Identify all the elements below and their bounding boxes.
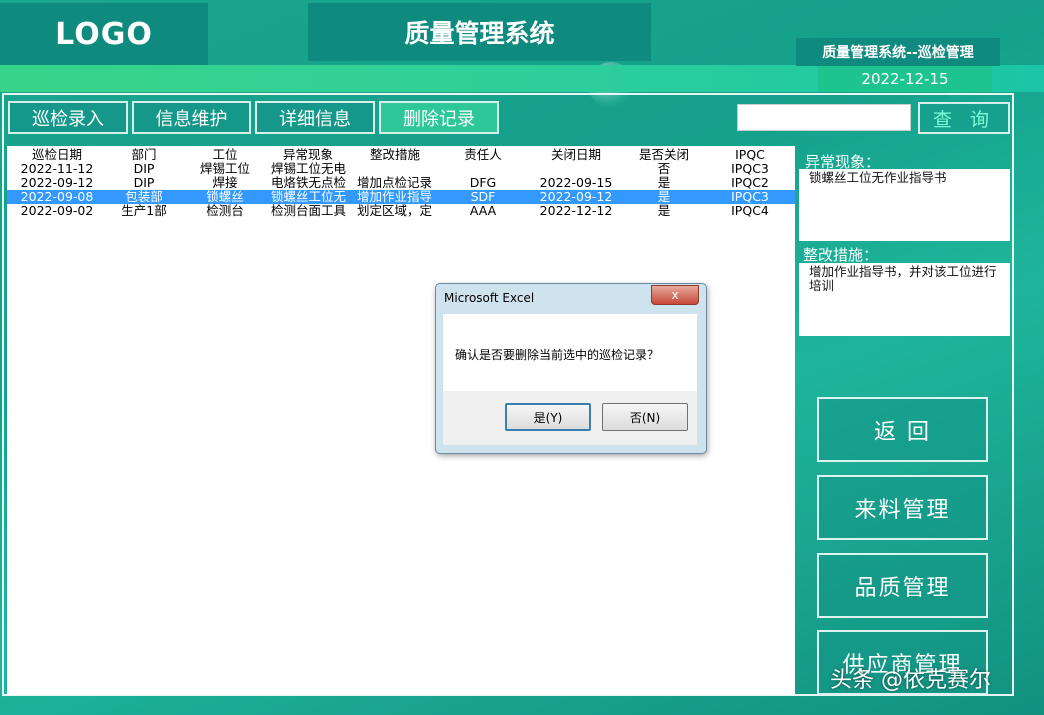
cell-anomaly: 检测台面工具 [271,204,347,218]
cell-station: 焊接 [212,176,238,190]
cell-dept: 生产1部 [121,204,167,218]
measure-textbox[interactable]: 增加作业指导书，并对该工位进行培训 [799,263,1010,336]
cell-ipqc: IPQC3 [731,190,769,204]
quality-management-button[interactable]: 品质管理 [817,553,988,618]
detail-button[interactable]: 详细信息 [255,101,375,134]
cell-ipqc: IPQC4 [731,204,769,218]
dialog-message-area: 确认是否要删除当前选中的巡检记录？ [443,314,697,391]
cell-close-date: 2022-09-12 [539,190,613,204]
back-button[interactable]: 返 回 [817,397,988,462]
cell-measure: 增加点检记录 [357,176,433,190]
measure-label: 整改措施： [803,246,879,264]
cell-station: 检测台 [206,204,244,218]
cell-ipqc: IPQC2 [731,176,769,190]
cell-close-date: 2022-12-12 [539,204,613,218]
cell-owner: SDF [470,190,496,204]
table-row[interactable]: 2022-09-02 生产1部 检测台 检测台面工具 划定区域，定 AAA 20… [7,204,795,218]
watermark: 头条 @依克赛尔 [830,668,991,693]
anomaly-textbox[interactable]: 锁螺丝工位无作业指导书 [799,169,1010,241]
logo: LOGO [0,3,208,65]
delete-record-button[interactable]: 删除记录 [379,101,499,134]
cell-owner: DFG [469,176,497,190]
table-row[interactable]: 2022-09-12 DIP 焊接 电烙铁无点检 增加点检记录 DFG 2022… [7,176,795,190]
cell-ipqc: IPQC3 [731,162,769,176]
cell-measure: 增加作业指导 [357,190,433,204]
cell-anomaly: 锁螺丝工位无 [271,190,347,204]
column-header-owner: 责任人 [464,148,502,162]
incoming-material-button[interactable]: 来料管理 [817,475,988,540]
column-header-dept: 部门 [131,148,157,162]
cell-measure: 划定区域，定 [357,204,433,218]
cell-owner: AAA [469,204,497,218]
cell-date: 2022-09-08 [20,190,94,204]
column-header-anomaly: 异常现象 [282,148,333,162]
yes-button[interactable]: 是(Y) [505,403,591,431]
cell-dept: DIP [133,162,155,176]
cell-dept: 包装部 [125,190,163,204]
cell-station: 焊锡工位 [199,162,250,176]
cell-close-date: 2022-09-15 [539,176,613,190]
dialog-message: 确认是否要删除当前选中的巡检记录？ [455,348,660,362]
search-input[interactable] [737,104,911,131]
close-icon[interactable]: x [651,285,699,305]
page-title: 质量管理系统 [308,3,651,61]
column-header-date: 巡检日期 [31,148,82,162]
cell-anomaly: 电烙铁无点检 [271,176,347,190]
column-header-closed: 是否关闭 [638,148,689,162]
cell-date: 2022-09-12 [20,176,94,190]
dialog-title: Microsoft Excel [444,291,535,305]
cell-closed: 是 [657,190,671,204]
column-header-ipqc: IPQC [735,148,765,162]
table-row-selected[interactable]: 2022-09-08 包装部 锁螺丝 锁螺丝工位无 增加作业指导 SDF 202… [7,190,795,204]
maintain-button[interactable]: 信息维护 [132,101,251,134]
cell-closed: 是 [657,176,671,190]
cell-dept: DIP [133,176,155,190]
table-header: 巡检日期 部门 工位 异常现象 整改措施 责任人 关闭日期 是否关闭 IPQC [7,148,795,162]
column-header-station: 工位 [212,148,238,162]
cell-closed: 是 [657,204,671,218]
module-subtitle: 质量管理系统--巡检管理 [796,38,1000,66]
cell-date: 2022-09-02 [20,204,94,218]
no-button[interactable]: 否(N) [602,403,688,431]
cell-date: 2022-11-12 [20,162,94,176]
cell-anomaly: 焊锡工位无电 [271,162,347,176]
cell-closed: 否 [657,162,671,176]
column-header-measure: 整改措施 [369,148,420,162]
entry-button[interactable]: 巡检录入 [8,101,128,134]
confirm-dialog: Microsoft Excel x 确认是否要删除当前选中的巡检记录？ 是(Y)… [435,283,707,454]
table-row[interactable]: 2022-11-12 DIP 焊锡工位 焊锡工位无电 否 IPQC3 [7,162,795,176]
column-header-close-date: 关闭日期 [550,148,601,162]
search-button[interactable]: 查 询 [918,102,1010,134]
cell-station: 锁螺丝 [206,190,244,204]
dialog-body: 确认是否要删除当前选中的巡检记录？ 是(Y) 否(N) [443,314,697,445]
current-date: 2022-12-15 [818,66,992,92]
